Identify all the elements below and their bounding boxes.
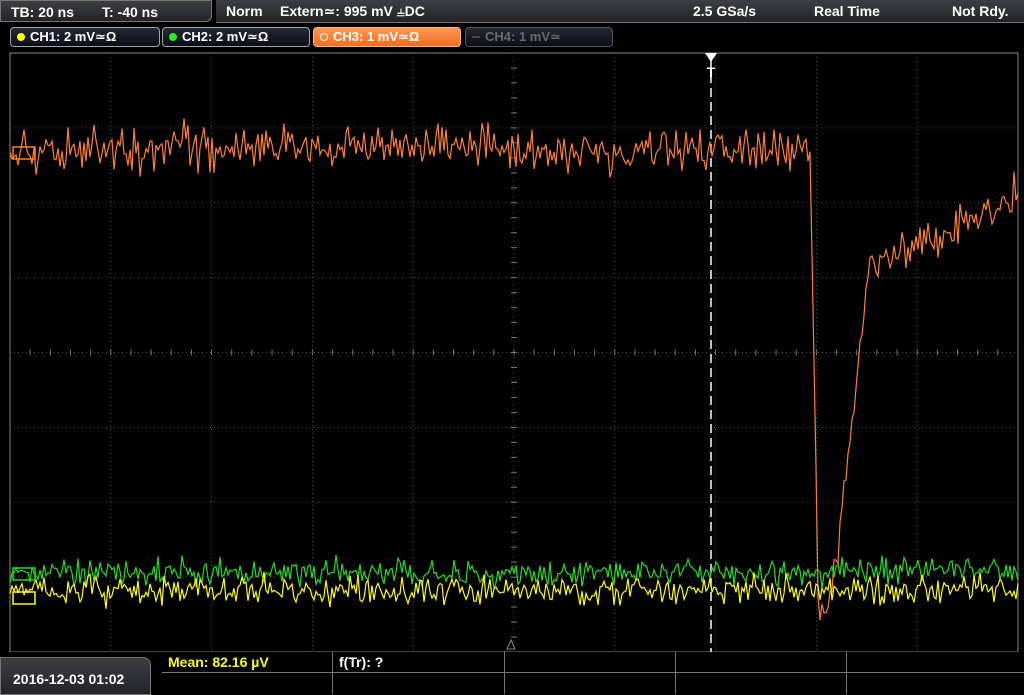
tab-ch2[interactable]: CH2: 2 mV≃Ω [162, 27, 310, 47]
waveform-display[interactable]: T [0, 50, 1024, 652]
tab-ch4[interactable]: CH4: 1 mV≃ [465, 27, 613, 47]
meas-cell-8[interactable] [505, 673, 676, 694]
ch4-dash-icon [472, 36, 480, 38]
tab-ch3[interactable]: CH3: 1 mV≃Ω [313, 27, 461, 47]
tab-ch1-label: CH1: 2 mV≃Ω [30, 29, 117, 44]
top-bar: TB: 20 ns T: -40 ns Norm Extern≃: 995 mV… [0, 0, 1024, 24]
meas-cell-9[interactable] [676, 673, 847, 694]
meas-cell-1[interactable]: Mean: 82.16 µV [162, 652, 333, 673]
tab-ch2-label: CH2: 2 mV≃Ω [182, 29, 269, 44]
status-bar[interactable]: Norm Extern≃: 995 mV ⫨DC 2.5 GSa/s Real … [216, 0, 1024, 23]
measurement-panel[interactable]: Mean: 82.16 µV f(Tr): ? [162, 652, 1024, 695]
trigger-position-label: T: -40 ns [102, 4, 159, 20]
date-box: 2016-12-03 01:02 [0, 657, 151, 695]
tab-ch3-label: CH3: 1 mV≃Ω [333, 29, 420, 44]
meas-cell-4[interactable] [676, 652, 847, 673]
waveform-ch2 [9, 555, 1019, 589]
acquisition-state: Not Rdy. [952, 3, 1009, 19]
trigger-marker-label: T [707, 64, 716, 80]
meas-cell-2[interactable]: f(Tr): ? [333, 652, 505, 673]
acquisition-mode: Real Time [814, 3, 880, 19]
sample-rate: 2.5 GSa/s [693, 3, 757, 19]
trigger-mode: Norm [226, 3, 263, 19]
ch1-dot-icon [17, 33, 25, 41]
ch2-dot-icon [169, 33, 177, 41]
tab-ch1[interactable]: CH1: 2 mV≃Ω [10, 27, 160, 47]
meas-cell-5[interactable] [847, 652, 1024, 673]
meas-cell-7[interactable] [333, 673, 505, 694]
trigger-source: Extern≃: 995 mV ⫨DC [280, 3, 425, 19]
timebase-box[interactable]: TB: 20 ns T: -40 ns [0, 0, 212, 22]
meas-cell-10[interactable] [847, 673, 1024, 694]
tab-ch4-label: CH4: 1 mV≃ [485, 29, 561, 44]
waveform-canvas: T [9, 52, 1019, 652]
date-time: 2016-12-03 01:02 [13, 671, 125, 687]
mean-measurement: Mean: 82.16 µV [168, 654, 269, 670]
meas-cell-3[interactable] [505, 652, 676, 673]
timebase-label: TB: 20 ns [11, 4, 75, 20]
ch3-dot-icon [320, 33, 328, 41]
ftr-measurement: f(Tr): ? [339, 654, 384, 670]
meas-cell-6[interactable] [162, 673, 333, 694]
